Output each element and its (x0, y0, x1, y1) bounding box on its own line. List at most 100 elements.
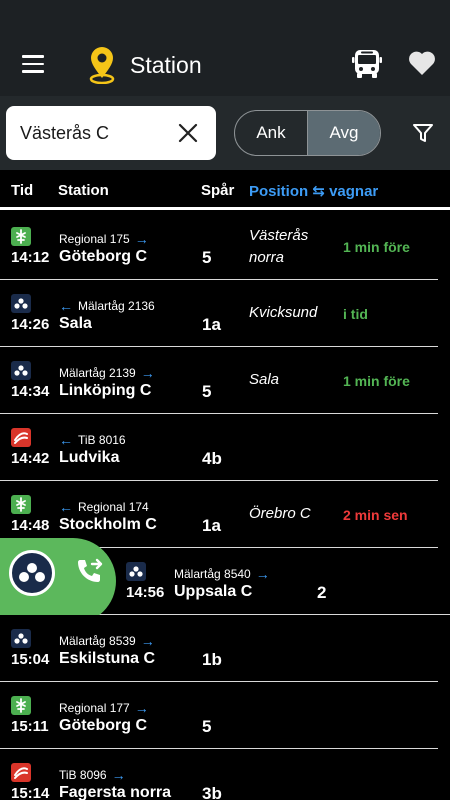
tib-operator-icon (11, 428, 31, 447)
arrival-departure-toggle: Ank Avg (234, 110, 381, 156)
departure-time: 14:56 (126, 584, 165, 601)
departure-row[interactable]: Mälartåg 2139 → 14:34 Linköping C 5 Sala 1 min… (0, 347, 438, 414)
departure-time: 14:48 (11, 517, 50, 534)
train-line: Mälartåg 8539 (59, 634, 136, 648)
delay-status: 2 min sen (343, 507, 408, 523)
station-column-header: Station (58, 182, 109, 199)
arrivals-tab[interactable]: Ank (235, 111, 307, 155)
direction-right-icon: → (140, 365, 155, 381)
sj-operator-icon (11, 227, 31, 246)
tib-operator-icon (11, 763, 31, 782)
bus-icon[interactable] (352, 48, 382, 80)
train-position: Kvicksund (249, 302, 331, 324)
direction-left-icon: ← (59, 432, 73, 448)
departure-time: 14:34 (11, 383, 50, 400)
favorites-heart-icon[interactable] (408, 50, 436, 76)
sj-operator-icon (11, 495, 31, 514)
destination: Göteborg C (59, 717, 147, 734)
search-bar: Västerås C Ank Avg (0, 96, 450, 170)
track: 1b (202, 650, 222, 669)
train-line-info: Mälartåg 2139 → (59, 365, 155, 381)
page-title: Station (130, 52, 202, 78)
filter-icon[interactable] (412, 122, 434, 144)
destination: Stockholm C (59, 516, 157, 533)
train-line-info: Mälartåg 8540 → (174, 566, 270, 582)
station-search-field[interactable]: Västerås C (6, 106, 216, 160)
departure-row[interactable]: Mälartåg 8539 → 15:04 Eskilstuna C 1b (0, 615, 438, 682)
track-column-header: Spår (201, 182, 235, 199)
column-header: Tid Station Spår Position ⇆ vagnar (0, 170, 450, 210)
direction-right-icon: → (255, 566, 270, 582)
train-line-info: ← TiB 8016 (59, 432, 126, 448)
train-line: Mälartåg 8540 (174, 567, 251, 581)
delay-status: i tid (343, 306, 368, 322)
track: 1a (202, 516, 221, 535)
train-position-line-2: norra (249, 249, 285, 266)
destination: Linköping C (59, 382, 152, 399)
train-line-info: ← Regional 174 (59, 499, 149, 515)
direction-right-icon: → (134, 231, 149, 247)
direction-left-icon: ← (59, 499, 73, 515)
train-line-info: Regional 177 → (59, 700, 149, 716)
direction-right-icon: → (111, 767, 126, 783)
departure-time: 14:42 (11, 450, 50, 467)
departure-time: 14:26 (11, 316, 50, 333)
train-line: TiB 8096 (59, 768, 107, 782)
train-position-line-1: Örebro C (249, 505, 311, 522)
malartag-operator-icon (126, 562, 146, 581)
menu-icon[interactable] (22, 55, 44, 73)
train-position-line-1: Sala (249, 371, 280, 388)
departure-row[interactable]: Mälartåg 8540 → 14:56 Uppsala C 2 (0, 538, 450, 624)
track: 4b (202, 449, 222, 468)
direction-right-icon: → (134, 700, 149, 716)
departure-row[interactable]: Regional 175 → 14:12 Göteborg C 5 Västerås nor… (0, 213, 438, 280)
swipe-actions (0, 538, 116, 624)
malartag-operator-icon (11, 629, 31, 648)
delay-status: 1 min före (343, 239, 410, 255)
train-line: Mälartåg 2139 (59, 366, 136, 380)
train-line: TiB 8016 (78, 433, 126, 447)
destination: Uppsala C (174, 583, 253, 600)
destination: Sala (59, 315, 92, 332)
departures-tab[interactable]: Avg (307, 111, 380, 155)
train-line: Regional 175 (59, 232, 130, 246)
delay-status: 1 min före (343, 373, 410, 389)
train-line: Regional 177 (59, 701, 130, 715)
destination: Ludvika (59, 449, 120, 466)
destination: Eskilstuna C (59, 650, 156, 667)
operator-logo-button[interactable] (9, 550, 55, 596)
departure-time: 14:12 (11, 249, 50, 266)
track: 2 (317, 583, 327, 602)
departure-list: Regional 175 → 14:12 Göteborg C 5 Västerås nor… (0, 213, 450, 800)
station-search-value: Västerås C (20, 123, 110, 143)
train-line-info: TiB 8096 → (59, 767, 126, 783)
departure-time: 15:11 (11, 718, 49, 735)
malartag-operator-icon (11, 294, 31, 313)
train-line-info: Mälartåg 8539 → (59, 633, 155, 649)
departure-row[interactable]: Regional 177 → 15:11 Göteborg C 5 (0, 682, 438, 749)
departure-time: 15:14 (11, 785, 50, 800)
departure-row[interactable]: TiB 8096 → 15:14 Fagersta norra 3b (0, 749, 438, 800)
malartag-operator-icon (11, 361, 31, 380)
destination: Fagersta norra (59, 784, 172, 800)
forward-call-icon[interactable] (74, 556, 104, 586)
track: 3b (202, 784, 222, 800)
position-column-header[interactable]: Position ⇆ vagnar (249, 182, 378, 200)
track: 1a (202, 315, 221, 334)
track: 5 (202, 382, 212, 401)
clear-icon[interactable] (178, 123, 198, 143)
departure-row[interactable]: ← Mälartåg 2136 14:26 Sala 1a Kvicksund i tid (0, 280, 438, 347)
train-line-info: ← Mälartåg 2136 (59, 298, 155, 314)
destination: Göteborg C (59, 248, 147, 265)
train-position-line-1: Västerås (249, 227, 309, 244)
train-line-info: Regional 175 → (59, 231, 149, 247)
train-position-line-1: Kvicksund (249, 304, 318, 321)
train-position: Västerås norra (249, 225, 331, 269)
location-pin-icon (89, 47, 115, 84)
time-column-header: Tid (11, 182, 34, 199)
train-line: Mälartåg 2136 (78, 299, 155, 313)
app-bar: Station (0, 0, 450, 96)
direction-right-icon: → (140, 633, 155, 649)
departure-row[interactable]: ← TiB 8016 14:42 Ludvika 4b (0, 414, 438, 481)
sj-operator-icon (11, 696, 31, 715)
